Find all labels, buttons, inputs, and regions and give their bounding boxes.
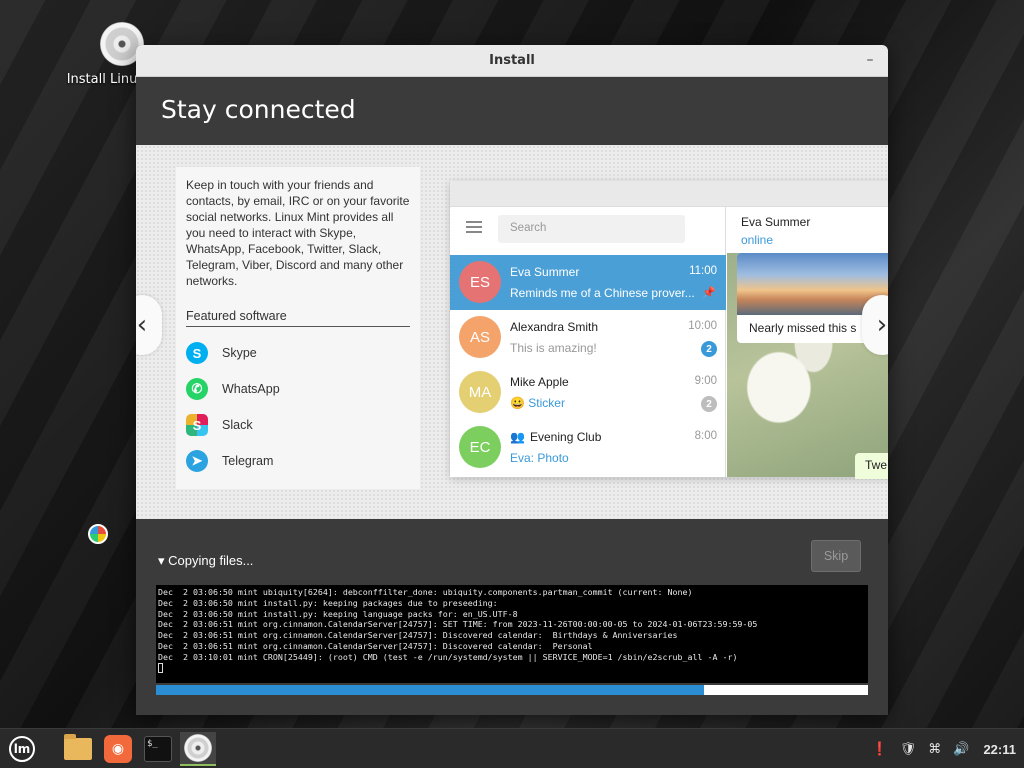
chat-preview: Eva: Photo	[510, 451, 569, 465]
skype-icon: S	[186, 342, 208, 364]
chat-time: 9:00	[694, 375, 717, 387]
avatar: MA	[459, 371, 501, 413]
log-line: Dec 2 03:06:50 mint install.py: keeping …	[158, 597, 498, 608]
chat-list: ES Eva Summer 11:00 Reminds me of a Chin…	[450, 255, 726, 475]
chat-name: Eva Summer	[510, 265, 580, 279]
progress-bar-fill	[156, 685, 705, 695]
chat-preview: This is amazing!	[510, 341, 597, 355]
log-line: Dec 2 03:06:51 mint org.cinnamon.Calenda…	[158, 619, 758, 630]
telegram-search: Search	[498, 215, 685, 243]
chat-name: Evening Club	[530, 430, 602, 444]
log-line: Dec 2 03:06:51 mint org.cinnamon.Calenda…	[158, 630, 678, 641]
terminal-launcher[interactable]: $_	[140, 732, 176, 766]
list-item: ✆ WhatsApp	[186, 371, 280, 407]
disc-icon	[184, 734, 212, 762]
shield-icon[interactable]: 🛡	[900, 742, 917, 757]
terminal-icon: $_	[144, 736, 172, 762]
firefox-icon: ◉	[104, 735, 132, 763]
hamburger-menu-icon	[466, 221, 482, 233]
terminal-cursor	[158, 663, 163, 674]
software-label: Skype	[222, 346, 257, 360]
log-line: Dec 2 03:06:50 mint install.py: keeping …	[158, 608, 518, 619]
software-label: Telegram	[222, 454, 274, 468]
mint-logo-icon: lm	[9, 736, 35, 762]
firefox-launcher[interactable]: ◉	[100, 732, 136, 766]
chat-preview: Reminds me of a Chinese prover...	[510, 286, 695, 300]
window-title: Install	[489, 53, 535, 68]
notifications-icon[interactable]: ❗	[872, 742, 888, 757]
telegram-titlebar	[450, 181, 888, 207]
slack-icon: S	[186, 414, 208, 436]
list-item: S Skype	[186, 335, 280, 371]
featured-software-heading: Featured software	[186, 309, 410, 327]
chat-item: ES Eva Summer 11:00 Reminds me of a Chin…	[450, 255, 726, 310]
loading-spinner-icon	[88, 524, 108, 544]
chat-time: 8:00	[694, 430, 717, 442]
avatar: AS	[459, 316, 501, 358]
chat-time: 10:00	[688, 320, 717, 332]
clock[interactable]: 22:11	[983, 742, 1016, 757]
telegram-icon: ➤	[186, 450, 208, 472]
page-title: Stay connected	[161, 95, 356, 124]
network-icon[interactable]: ⌘	[928, 742, 941, 757]
unread-badge: 2	[701, 341, 717, 357]
log-line: Dec 2 03:06:51 mint org.cinnamon.Calenda…	[158, 640, 593, 651]
volume-icon[interactable]: 🔊	[953, 742, 969, 757]
folder-icon	[64, 734, 92, 760]
chat-item: AS Alexandra Smith 10:00 This is amazing…	[450, 310, 726, 365]
installer-task[interactable]	[180, 732, 216, 766]
slide-description: Keep in touch with your friends and cont…	[186, 178, 410, 288]
conversation-header: Eva Summer online	[727, 207, 888, 253]
installer-window: Install – Stay connected Keep in touch w…	[136, 45, 888, 715]
system-tray: ❗ 🛡 ⌘ 🔊 22:11	[860, 729, 1016, 768]
list-item: ➤ Telegram	[186, 443, 280, 479]
skip-button[interactable]: Skip	[811, 540, 861, 572]
details-expander[interactable]: ▾ Copying files...	[158, 553, 253, 569]
conversation-name: Eva Summer	[741, 215, 811, 229]
telegram-screenshot: Search ES Eva Summer 11:00 Reminds me of…	[450, 181, 888, 479]
featured-software-list: S Skype ✆ WhatsApp S Slack ➤ Telegram	[186, 335, 280, 479]
log-line: Dec 2 03:10:01 mint CRON[25449]: (root) …	[158, 651, 738, 662]
taskbar: lm ◉ $_ ❗ 🛡 ⌘ 🔊 22:11	[0, 728, 1024, 768]
status-label: Copying files...	[168, 553, 254, 568]
software-label: WhatsApp	[222, 382, 280, 396]
unread-badge: 2	[701, 396, 717, 412]
software-label: Slack	[222, 418, 253, 432]
progress-bar	[156, 685, 868, 695]
conversation-status: online	[741, 233, 774, 247]
install-log[interactable]: Dec 2 03:06:50 mint ubiquity[6264]: debc…	[156, 585, 868, 683]
chat-item: EC Evening Club 👥 8:00 Eva: Photo	[450, 420, 726, 475]
slide-header: Stay connected	[136, 77, 888, 145]
minimize-button[interactable]: –	[862, 53, 878, 69]
telegram-sidebar: Search ES Eva Summer 11:00 Reminds me of…	[450, 207, 726, 477]
progress-area: ▾ Copying files... Skip Dec 2 03:06:50 m…	[136, 519, 888, 715]
titlebar[interactable]: Install –	[136, 45, 888, 77]
pin-icon: 📌	[702, 287, 716, 299]
avatar: EC	[459, 426, 501, 468]
log-line: Dec 2 03:06:50 mint ubiquity[6264]: debc…	[158, 587, 693, 597]
chat-item: MA Mike Apple 9:00 😀 Sticker 2	[450, 365, 726, 420]
previous-slide-button[interactable]: ‹	[136, 295, 162, 355]
triangle-down-icon: ▾	[158, 553, 165, 568]
files-launcher[interactable]	[60, 732, 96, 766]
slideshow: Keep in touch with your friends and cont…	[136, 145, 888, 519]
next-slide-button[interactable]: ›	[862, 295, 888, 355]
avatar: ES	[459, 261, 501, 303]
chat-name: Mike Apple	[510, 375, 569, 389]
whatsapp-icon: ✆	[186, 378, 208, 400]
chat-time: 11:00	[689, 265, 717, 277]
list-item: S Slack	[186, 407, 280, 443]
menu-button[interactable]: lm	[4, 732, 40, 766]
group-icon: 👥	[510, 430, 525, 444]
conversation-background: Nearly missed this s Twe	[727, 253, 888, 479]
chat-preview: 😀 Sticker	[510, 396, 565, 410]
chat-name: Alexandra Smith	[510, 320, 599, 334]
message-bubble: Twe	[855, 453, 888, 479]
